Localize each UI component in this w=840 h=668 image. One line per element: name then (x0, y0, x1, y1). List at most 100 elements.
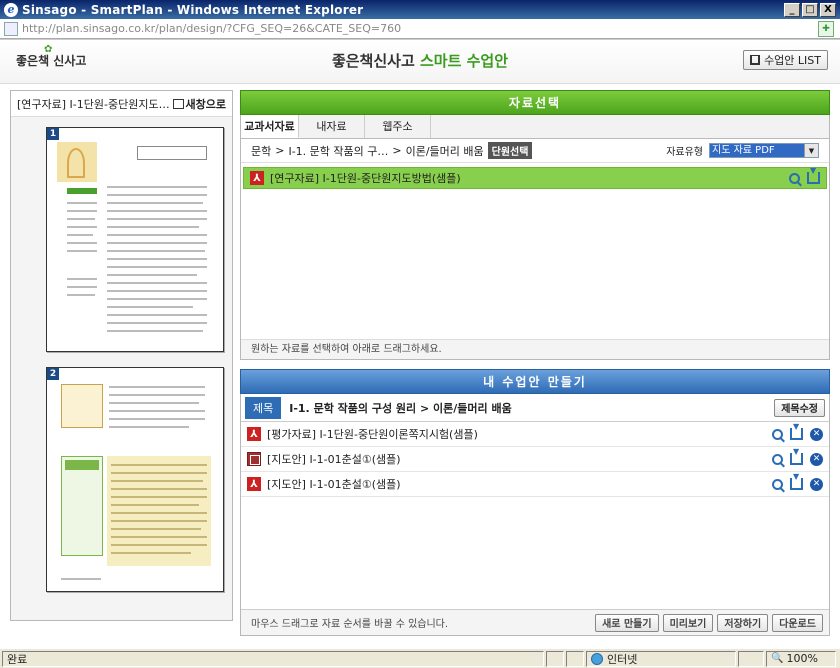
breadcrumb-subject[interactable]: 문학 (251, 143, 271, 159)
window-title: Sinsago - SmartPlan - Windows Internet E… (22, 2, 364, 17)
app-header: ✿ 좋은책 신사고 좋은책신사고 스마트 수업안 수업안 LIST (0, 40, 840, 84)
reorder-hint: 마우스 드래그로 자료 순서를 바꿀 수 있습니다. (251, 619, 449, 630)
ie-window: e Sinsago - SmartPlan - Windows Internet… (0, 0, 840, 668)
material-type-value: 지도 자료 PDF (710, 144, 804, 157)
preview-magnifier-icon[interactable] (772, 428, 783, 440)
plan-list-button[interactable]: 수업안 LIST (743, 50, 828, 70)
new-window-button[interactable]: 새창으로 (172, 96, 226, 112)
plan-list-item[interactable]: ⅄ [평가자료] Ⅰ-1단원-중단원이론쪽지시험(샘플) ✕ (241, 422, 829, 447)
remove-icon[interactable]: ✕ (810, 427, 823, 441)
thumb-green-tag (67, 188, 97, 194)
plan-action-bar: 마우스 드래그로 자료 순서를 바꿀 수 있습니다. 새로 만들기 미리보기 저… (241, 609, 829, 635)
plan-item-title: [평가자료] Ⅰ-1단원-중단원이론쪽지시험(샘플) (267, 428, 478, 441)
maximize-button[interactable]: □ (802, 2, 818, 17)
protected-mode-cell[interactable] (738, 650, 764, 667)
status-cell-empty (566, 650, 584, 667)
download-icon[interactable] (807, 166, 820, 184)
thumb-illustration-figure (67, 148, 85, 178)
document-preview-panel: [연구자료] Ⅰ-1단원-중단원지도방법(샘플) 새창으로 1 (10, 90, 233, 621)
status-bar: 완료 인터넷 🔍 100% (0, 648, 840, 668)
material-item-title: [연구자료] Ⅰ-1단원-중단원지도방법(샘플) (270, 172, 461, 185)
breadcrumb-unit[interactable]: Ⅰ-1. 문학 작품의 구… (288, 143, 388, 159)
save-button[interactable]: 저장하기 (717, 613, 769, 632)
breadcrumb-separator: > (392, 144, 402, 157)
new-plan-button[interactable]: 새로 만들기 (595, 613, 659, 632)
new-window-label: 새창으로 (185, 97, 226, 111)
download-icon[interactable] (790, 472, 803, 490)
url-text[interactable]: http://plan.sinsago.co.kr/plan/design/?C… (22, 22, 818, 35)
plan-item-title: [지도안] Ⅰ-1-01춘설①(샘플) (267, 453, 401, 466)
zoom-icon: 🔍 (771, 653, 784, 664)
compatibility-view-icon[interactable]: ✚ (818, 20, 834, 37)
thumb-green-header (65, 460, 99, 470)
book-icon (750, 55, 761, 65)
my-plan-section-header: 내 수업안 만들기 (240, 369, 830, 394)
chevron-down-icon[interactable]: ▼ (804, 144, 818, 157)
preview-magnifier-icon[interactable] (772, 478, 783, 490)
page-number-badge: 1 (47, 128, 59, 140)
close-button[interactable]: X (820, 2, 836, 17)
page-thumbnail-2[interactable]: 2 (46, 367, 224, 592)
status-cell-empty (546, 650, 564, 667)
plan-list-item[interactable]: ⅄ [지도안] Ⅰ-1-01춘설①(샘플) ✕ (241, 472, 829, 497)
material-tabs: 교과서자료 내자료 웹주소 (241, 115, 829, 139)
breadcrumb-stage[interactable]: 이론/들머리 배움 (406, 143, 484, 159)
download-icon[interactable] (790, 422, 803, 440)
plan-list-label: 수업안 LIST (764, 54, 821, 67)
preview-magnifier-icon[interactable] (772, 453, 783, 465)
tab-web-address[interactable]: 웹주소 (365, 115, 431, 138)
globe-icon (591, 652, 603, 665)
preview-doc-title: [연구자료] Ⅰ-1단원-중단원지도방법(샘플) (17, 97, 173, 111)
address-bar[interactable]: http://plan.sinsago.co.kr/plan/design/?C… (0, 19, 840, 39)
preview-button[interactable]: 미리보기 (662, 613, 714, 632)
material-box: 교과서자료 내자료 웹주소 문학 > Ⅰ-1. 문학 작품의 구… > 이론/들… (240, 115, 830, 360)
page-icon (4, 21, 18, 36)
unit-select-button[interactable]: 단원선택 (487, 142, 533, 159)
app-title-accent: 스마트 수업안 (420, 52, 509, 70)
app-title: 좋은책신사고 스마트 수업안 (0, 50, 840, 71)
thumb-title-box (137, 146, 207, 160)
tab-my-materials[interactable]: 내자료 (299, 115, 365, 138)
page-thumbnail-1[interactable]: 1 (46, 127, 224, 352)
preview-magnifier-icon[interactable] (789, 172, 800, 184)
security-zone-label: 인터넷 (607, 652, 638, 666)
minimize-button[interactable]: _ (784, 2, 800, 17)
download-icon[interactable] (790, 447, 803, 465)
plan-item-title: [지도안] Ⅰ-1-01춘설①(샘플) (267, 478, 401, 491)
drag-hint: 원하는 자료를 선택하여 아래로 드래그하세요. (241, 339, 829, 359)
pdf-icon: ⅄ (247, 477, 261, 491)
page-number-badge: 2 (47, 368, 59, 380)
new-window-icon (172, 98, 184, 109)
zoom-level: 100% (786, 652, 818, 665)
material-type-label: 자료유형 (666, 147, 703, 158)
preview-header: [연구자료] Ⅰ-1단원-중단원지도방법(샘플) 새창으로 (11, 91, 232, 117)
material-type-filter: 자료유형 지도 자료 PDF ▼ (666, 143, 819, 158)
plan-list-item[interactable]: [지도안] Ⅰ-1-01춘설①(샘플) ✕ (241, 447, 829, 472)
remove-icon[interactable]: ✕ (810, 477, 823, 491)
material-list-item[interactable]: ⅄ [연구자료] Ⅰ-1단원-중단원지도방법(샘플) (243, 166, 827, 189)
presentation-file-icon (247, 452, 261, 466)
pdf-icon: ⅄ (250, 171, 264, 185)
tab-textbook[interactable]: 교과서자료 (241, 115, 299, 138)
download-button[interactable]: 다운로드 (772, 613, 823, 632)
breadcrumb: 문학 > Ⅰ-1. 문학 작품의 구… > 이론/들머리 배움 단원선택 자료유… (241, 139, 829, 163)
my-plan-box: 제목 Ⅰ-1. 문학 작품의 구성 원리 > 이론/들머리 배움 제목수정 ⅄ … (240, 394, 830, 636)
pdf-icon: ⅄ (247, 427, 261, 441)
remove-icon[interactable]: ✕ (810, 452, 823, 466)
status-text: 완료 (2, 650, 544, 667)
plan-title-value: Ⅰ-1. 문학 작품의 구성 원리 > 이론/들머리 배움 (289, 401, 512, 415)
plan-title-row: 제목 Ⅰ-1. 문학 작품의 구성 원리 > 이론/들머리 배움 제목수정 (241, 394, 829, 422)
page-content: ✿ 좋은책 신사고 좋은책신사고 스마트 수업안 수업안 LIST [연구자료]… (0, 39, 840, 648)
right-panel: 자료선택 교과서자료 내자료 웹주소 문학 > Ⅰ-1. 문학 작품의 구… >… (240, 90, 830, 636)
ie-logo-icon: e (4, 2, 18, 17)
title-bar: e Sinsago - SmartPlan - Windows Internet… (0, 0, 840, 19)
plan-title-label: 제목 (245, 396, 282, 419)
app-title-main: 좋은책신사고 (331, 52, 415, 70)
edit-title-button[interactable]: 제목수정 (774, 398, 825, 417)
breadcrumb-separator: > (275, 144, 285, 157)
thumb-green-box (61, 456, 103, 556)
security-zone: 인터넷 (586, 650, 736, 667)
material-section-header: 자료선택 (240, 90, 830, 115)
zoom-control[interactable]: 🔍 100% (766, 650, 836, 667)
material-type-select[interactable]: 지도 자료 PDF ▼ (709, 143, 819, 158)
